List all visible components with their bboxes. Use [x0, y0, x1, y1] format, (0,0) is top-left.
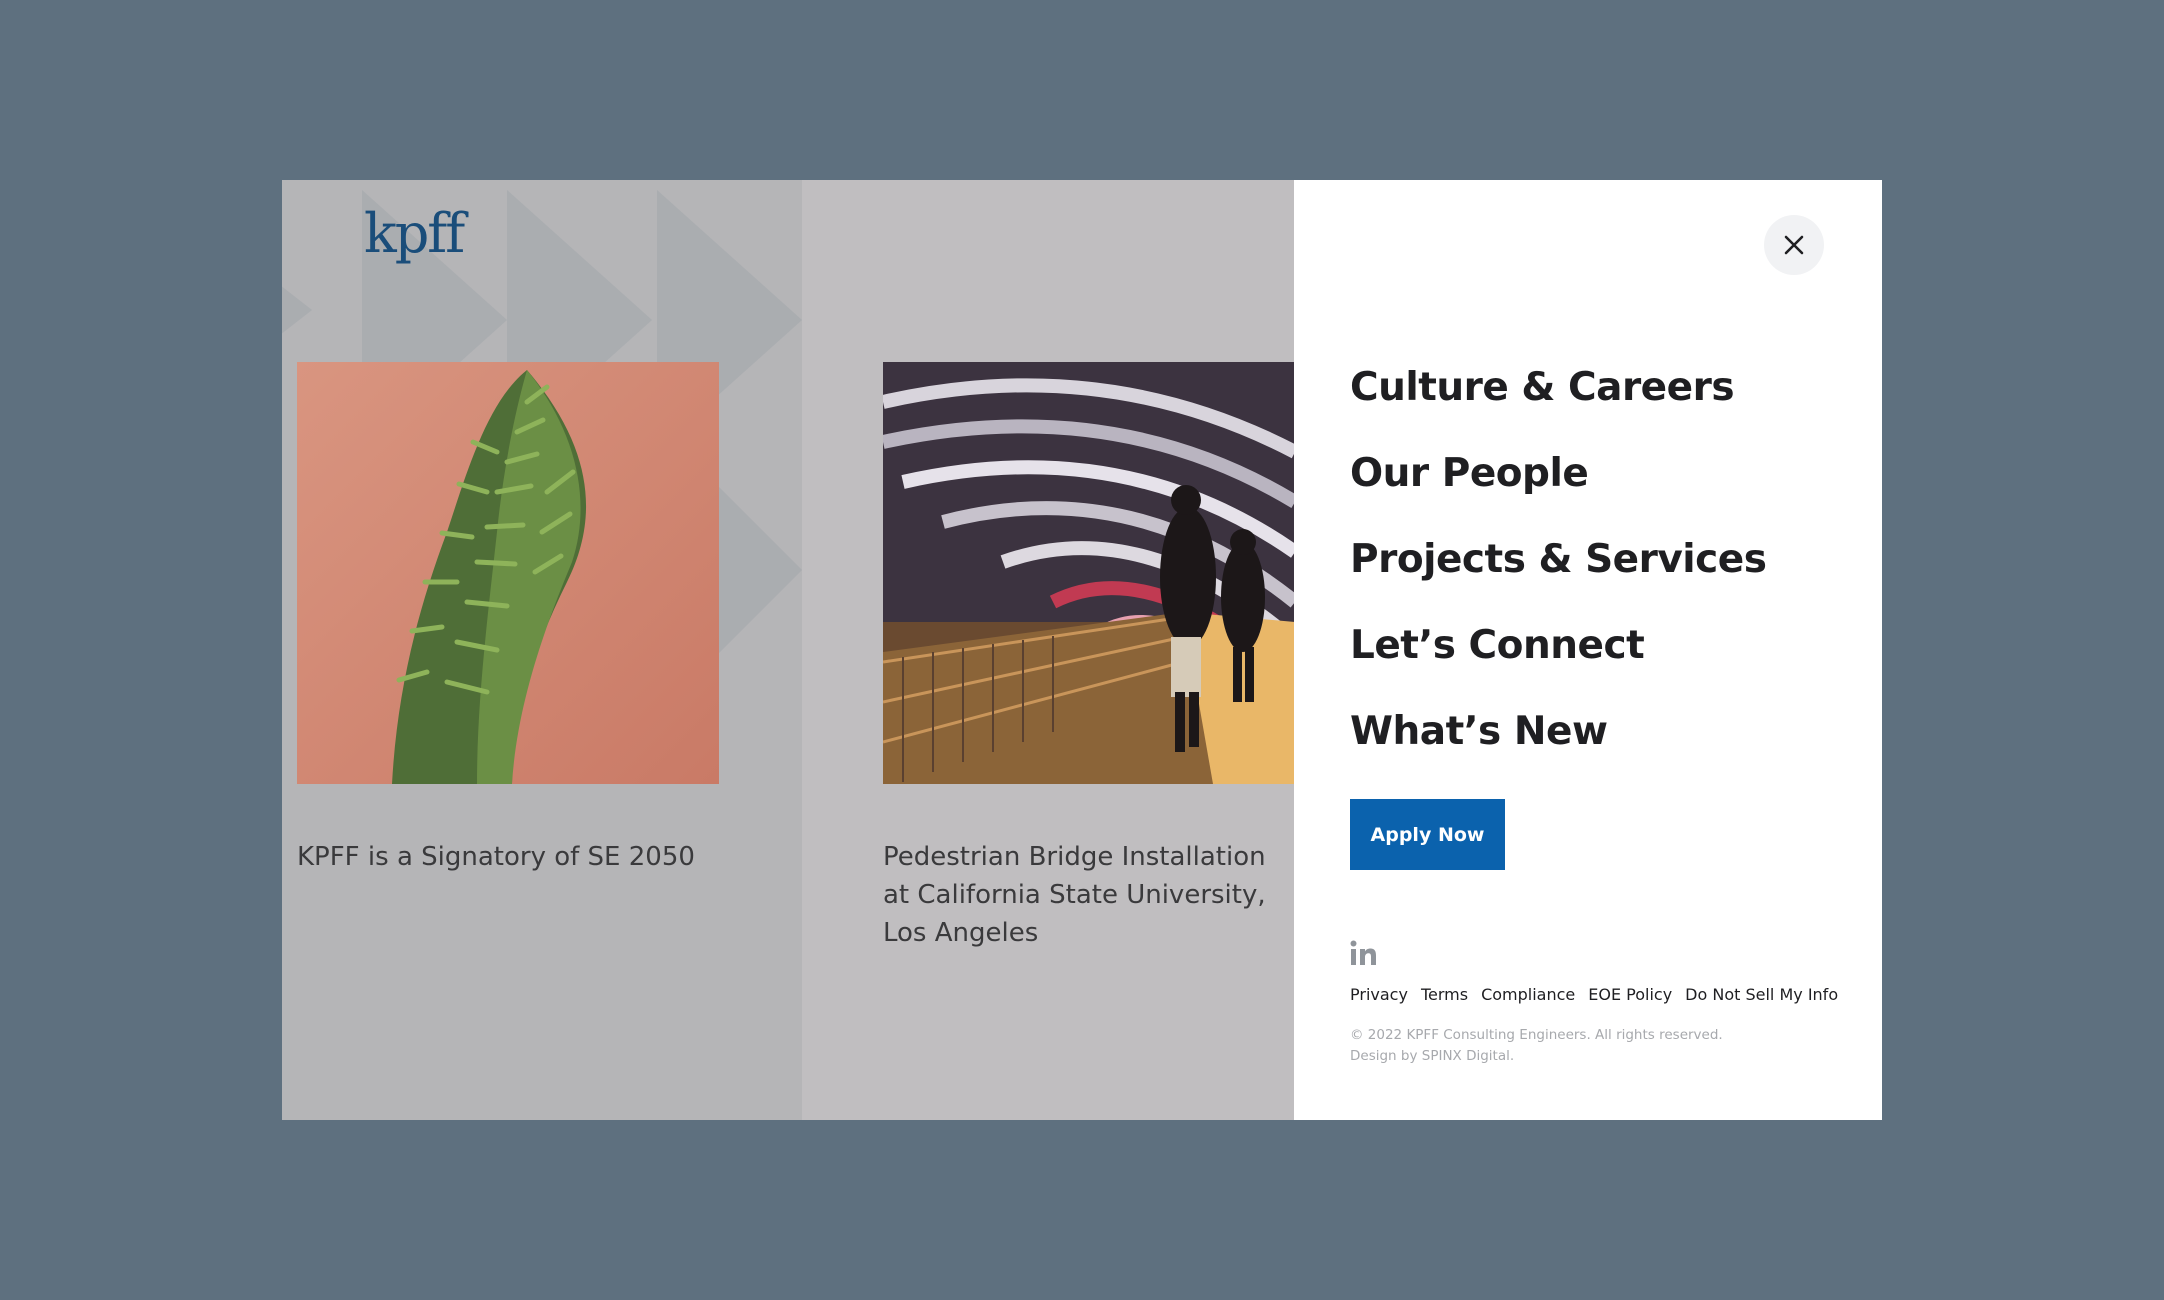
- apply-now-button[interactable]: Apply Now: [1350, 799, 1505, 870]
- nav-item-projects-services[interactable]: Projects & Services: [1350, 537, 1767, 582]
- close-icon: [1784, 235, 1804, 255]
- card-image-plant[interactable]: [297, 362, 719, 784]
- footer-link-privacy[interactable]: Privacy: [1350, 985, 1408, 1004]
- triangle-pattern: [282, 240, 312, 380]
- copyright-line: © 2022 KPFF Consulting Engineers. All ri…: [1350, 1027, 1723, 1043]
- design-credit[interactable]: Design by SPINX Digital.: [1350, 1046, 1723, 1067]
- footer-link-compliance[interactable]: Compliance: [1481, 985, 1575, 1004]
- nav-item-culture-careers[interactable]: Culture & Careers: [1350, 365, 1735, 410]
- nav-item-our-people[interactable]: Our People: [1350, 451, 1589, 496]
- card-title[interactable]: Pedestrian Bridge Installation at Califo…: [883, 838, 1283, 952]
- nav-item-lets-connect[interactable]: Let’s Connect: [1350, 623, 1645, 668]
- kpff-logo[interactable]: kpff: [364, 202, 465, 265]
- navigation-panel: Culture & Careers Our People Projects & …: [1294, 180, 1882, 1120]
- nav-item-whats-new[interactable]: What’s New: [1350, 709, 1608, 754]
- card-title[interactable]: KPFF is a Signatory of SE 2050: [297, 838, 737, 876]
- footer-link-eoe-policy[interactable]: EOE Policy: [1588, 985, 1672, 1004]
- footer-links: Privacy Terms Compliance EOE Policy Do N…: [1350, 985, 1838, 1004]
- linkedin-icon[interactable]: [1350, 940, 1378, 966]
- close-menu-button[interactable]: [1764, 215, 1824, 275]
- card-image-bridge[interactable]: [883, 362, 1295, 784]
- footer-link-terms[interactable]: Terms: [1421, 985, 1468, 1004]
- footer-link-do-not-sell[interactable]: Do Not Sell My Info: [1685, 985, 1838, 1004]
- copyright-text: © 2022 KPFF Consulting Engineers. All ri…: [1350, 1025, 1723, 1067]
- menu-overlay: kpff KPFF is a Signatory of SE 2050 Pede…: [282, 180, 1882, 1120]
- triangle-pattern: [712, 480, 802, 660]
